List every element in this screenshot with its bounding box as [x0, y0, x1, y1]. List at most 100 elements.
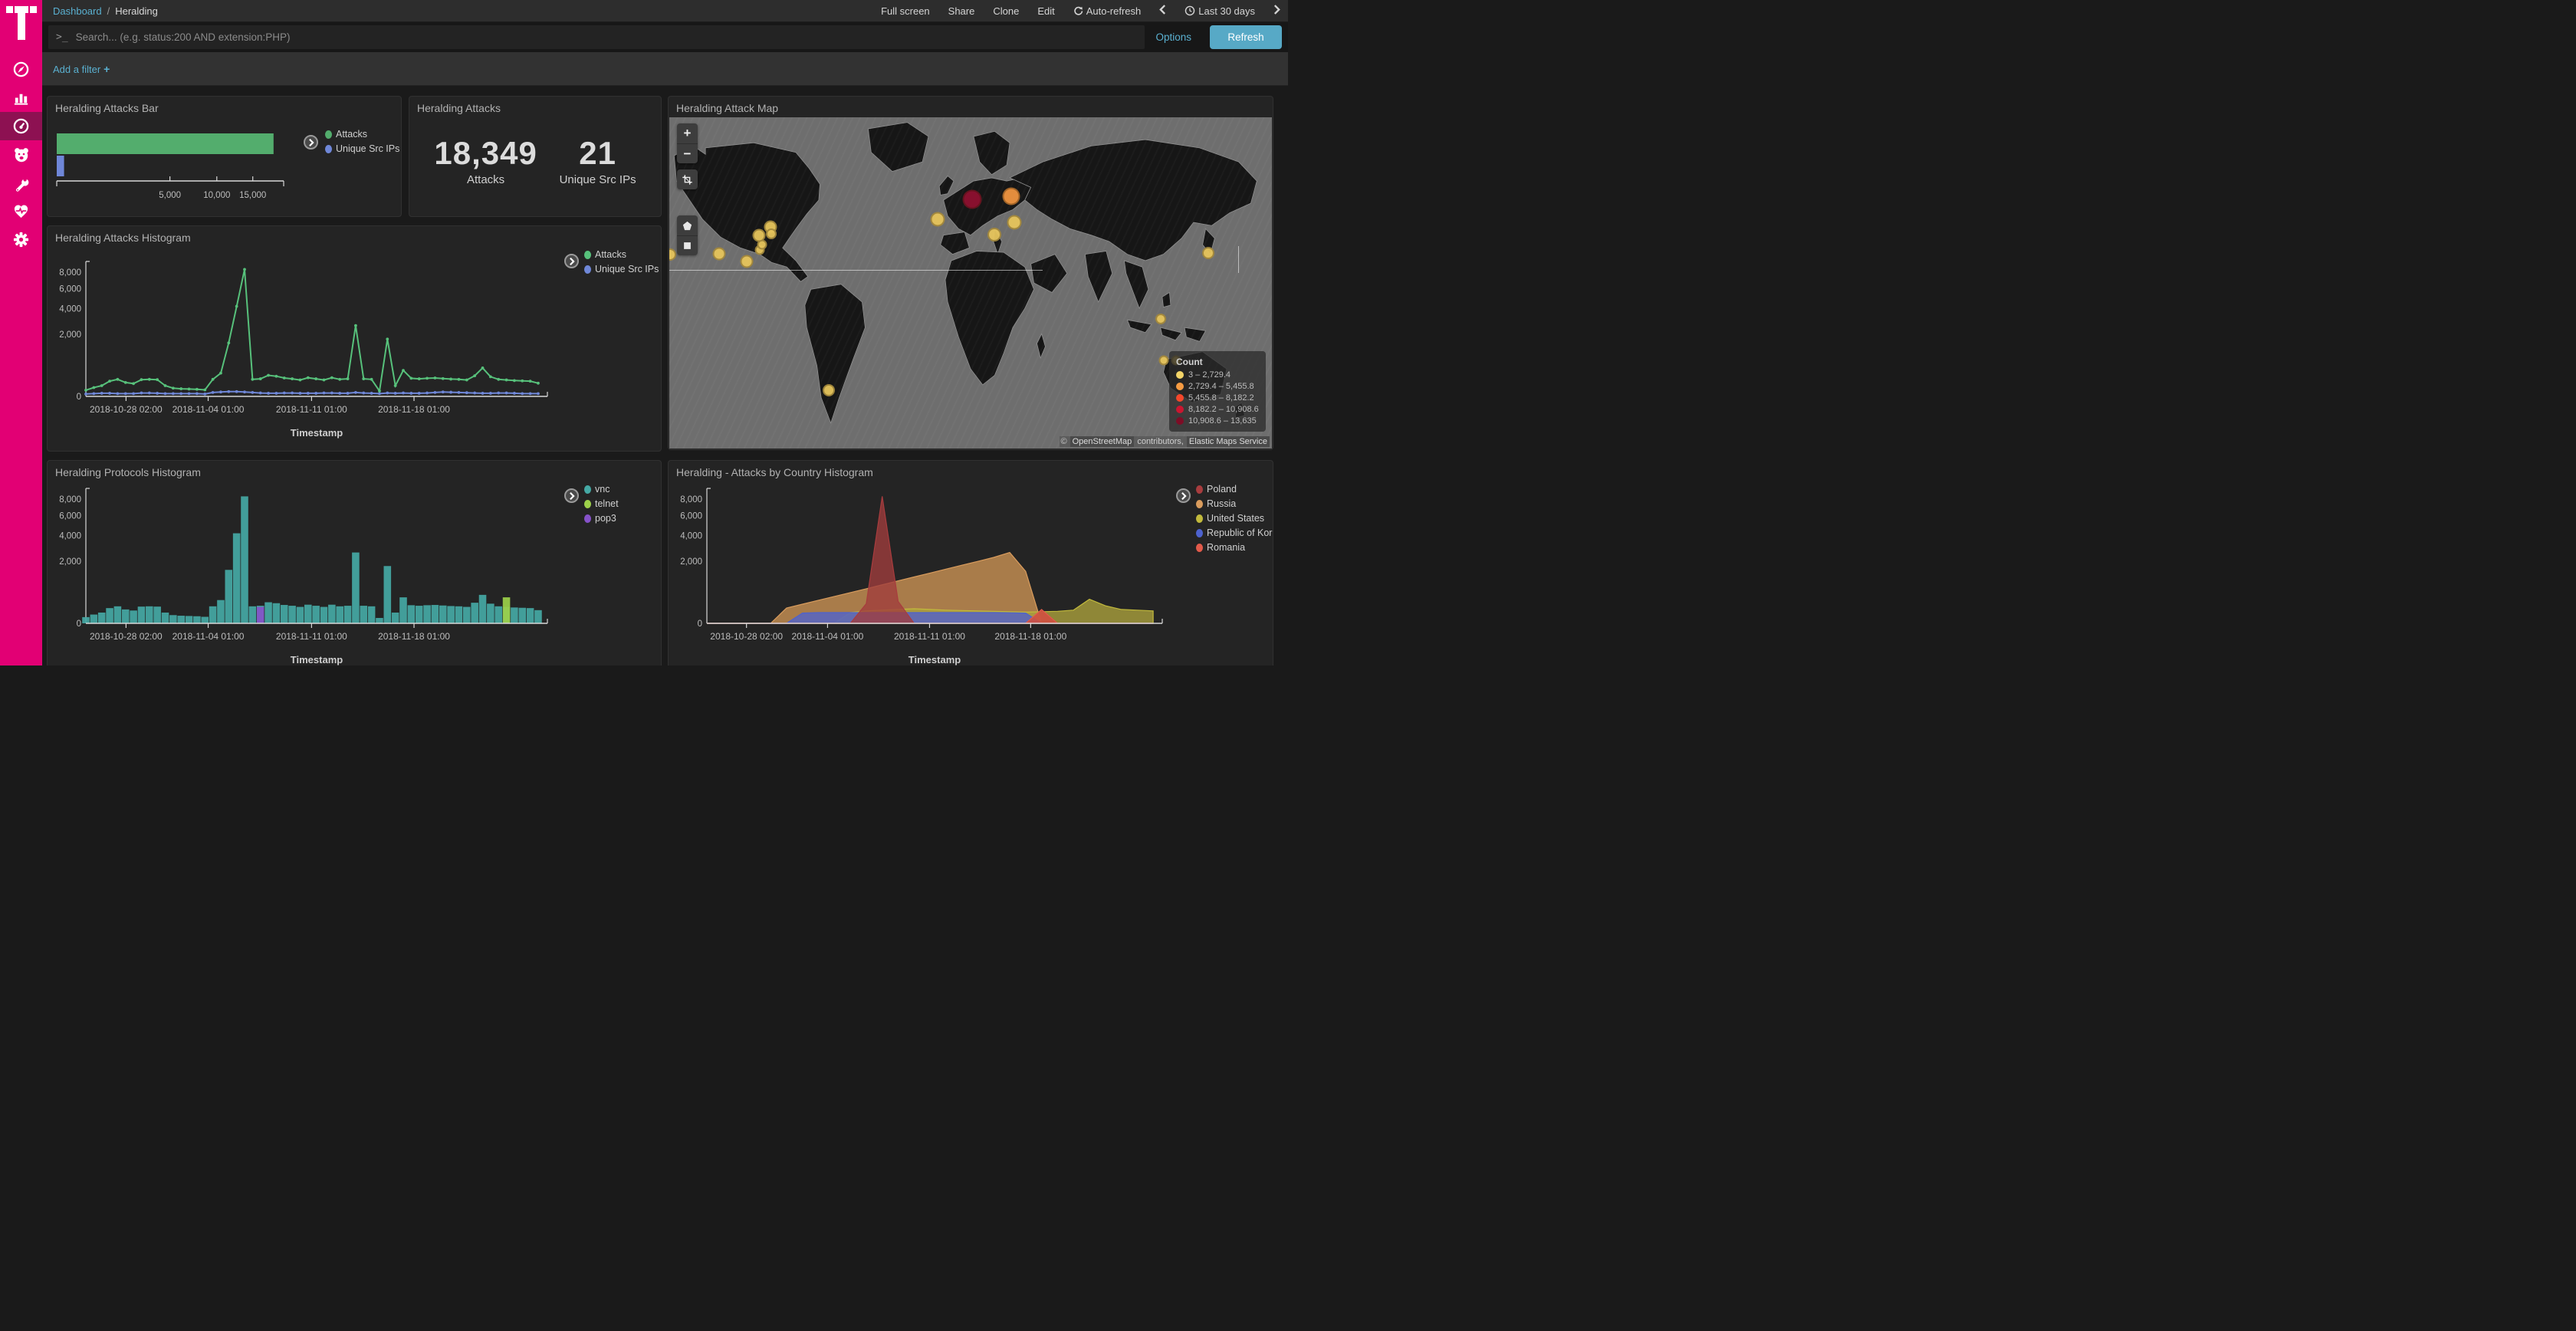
- svg-text:10,000: 10,000: [203, 191, 230, 200]
- bear-icon: [12, 146, 31, 164]
- legend-color-dot: [1196, 500, 1203, 508]
- crop-icon[interactable]: [677, 169, 698, 189]
- legend-color-dot: [1196, 529, 1203, 537]
- menu-item-clone[interactable]: Clone: [993, 5, 1019, 17]
- attack-bubble[interactable]: [930, 212, 945, 227]
- time-range-button[interactable]: Last 30 days: [1184, 5, 1255, 17]
- legend-toggle-chevron-icon[interactable]: [304, 135, 318, 150]
- legend-label[interactable]: vnc: [595, 484, 610, 495]
- options-link[interactable]: Options: [1155, 31, 1191, 43]
- world-map[interactable]: + −: [669, 117, 1272, 449]
- svg-text:0: 0: [77, 619, 81, 629]
- zoom-in-button[interactable]: +: [677, 123, 698, 143]
- refresh-button[interactable]: Refresh: [1210, 25, 1282, 49]
- attack-bubble[interactable]: [766, 228, 777, 239]
- attack-bubble[interactable]: [1158, 356, 1168, 366]
- sidebar-item-monitoring[interactable]: [0, 197, 42, 225]
- add-filter-link[interactable]: Add a filter+: [53, 63, 110, 75]
- gauge-icon: [12, 117, 30, 135]
- sidebar-item-dev-tools[interactable]: [0, 169, 42, 197]
- sidebar-nav: [0, 55, 42, 254]
- legend: Attacks Unique Src IPs: [325, 129, 399, 154]
- legend-label[interactable]: pop3: [595, 513, 616, 524]
- attack-bubble[interactable]: [713, 248, 726, 261]
- polygon-draw-icon[interactable]: [677, 215, 698, 235]
- legend-label[interactable]: Russia: [1207, 498, 1236, 509]
- legend-color-dot: [584, 500, 591, 508]
- legend-item: Unique Src IPs: [584, 264, 659, 274]
- topbar: Dashboard / Heralding Full screenShareCl…: [42, 0, 1288, 22]
- metric-label: Unique Src IPs: [560, 173, 636, 186]
- legend-toggle-chevron-icon[interactable]: [564, 488, 579, 503]
- elastic-maps-link[interactable]: Elastic Maps Service: [1187, 436, 1270, 447]
- svg-text:2018-10-28 02:00: 2018-10-28 02:00: [90, 404, 163, 415]
- svg-text:4,000: 4,000: [680, 531, 702, 541]
- legend-label[interactable]: Unique Src IPs: [595, 264, 659, 274]
- legend-label[interactable]: Unique Src IPs: [336, 143, 399, 154]
- openstreetmap-link[interactable]: OpenStreetMap: [1070, 436, 1135, 447]
- legend-color-dot: [584, 514, 591, 523]
- plus-icon: +: [104, 63, 110, 75]
- legend-item: pop3: [584, 513, 619, 524]
- panel-title: Heralding Protocols Histogram: [48, 461, 661, 478]
- meridian-line: [1238, 246, 1239, 273]
- legend-label[interactable]: Poland: [1207, 484, 1237, 495]
- legend-color-dot: [584, 485, 591, 494]
- sidebar-item-discover[interactable]: [0, 55, 42, 84]
- panel-title: Heralding - Attacks by Country Histogram: [669, 461, 1273, 478]
- sidebar-item-management[interactable]: [0, 225, 42, 254]
- zoom-out-button[interactable]: −: [677, 143, 698, 163]
- legend-item: vnc: [584, 484, 619, 495]
- legend-label[interactable]: Republic of Korea: [1207, 527, 1273, 538]
- rectangle-draw-icon[interactable]: [677, 235, 698, 255]
- panel-title: Heralding Attacks Histogram: [48, 226, 661, 244]
- svg-text:6,000: 6,000: [59, 285, 81, 294]
- attacks-histogram-chart[interactable]: 02,0004,0006,0008,0002018-10-28 02:00201…: [51, 246, 557, 449]
- sidebar-item-tpot[interactable]: [0, 140, 42, 169]
- legend-toggle-chevron-icon[interactable]: [564, 254, 579, 268]
- legend-item: Unique Src IPs: [325, 143, 399, 154]
- legend-label[interactable]: Romania: [1207, 542, 1245, 553]
- attack-bubble[interactable]: [823, 384, 835, 396]
- protocols-histogram-chart[interactable]: 02,0004,0006,0008,0002018-10-28 02:00201…: [51, 481, 557, 666]
- panel-title: Heralding Attacks: [409, 97, 661, 114]
- sidebar-item-visualize[interactable]: [0, 84, 42, 112]
- attack-bubble[interactable]: [1007, 215, 1021, 229]
- legend-label[interactable]: Attacks: [336, 129, 367, 140]
- menu-item-full-screen[interactable]: Full screen: [881, 5, 930, 17]
- legend-label[interactable]: Attacks: [595, 249, 626, 260]
- map-legend-item: 8,182.2 – 10,908.6: [1176, 405, 1258, 414]
- attack-bubble[interactable]: [1003, 187, 1020, 205]
- legend-label[interactable]: telnet: [595, 498, 619, 509]
- attack-bubble[interactable]: [987, 228, 1001, 242]
- search-row: >_ Options Refresh: [42, 22, 1288, 52]
- attack-bubble[interactable]: [753, 228, 766, 242]
- attacks-bar-chart[interactable]: 5,00010,00015,000: [54, 123, 299, 216]
- attack-bubble[interactable]: [1155, 314, 1166, 324]
- legend-color-dot: [584, 265, 591, 274]
- map-legend-item: 2,729.4 – 5,455.8: [1176, 382, 1258, 391]
- search-input[interactable]: [76, 31, 1138, 43]
- svg-text:Timestamp: Timestamp: [291, 654, 343, 666]
- time-forward-button[interactable]: [1273, 5, 1280, 17]
- svg-text:2018-11-04 01:00: 2018-11-04 01:00: [172, 404, 245, 415]
- breadcrumb-dashboard-link[interactable]: Dashboard: [53, 5, 102, 17]
- legend-toggle-chevron-icon[interactable]: [1176, 488, 1191, 503]
- svg-text:2,000: 2,000: [59, 557, 81, 567]
- breadcrumb-separator: /: [107, 5, 110, 17]
- attack-bubble[interactable]: [963, 189, 982, 209]
- legend-label[interactable]: United States: [1207, 513, 1264, 524]
- sidebar-item-dashboard[interactable]: [0, 112, 42, 140]
- refresh-cycle-icon: [1073, 6, 1083, 16]
- svg-text:2018-11-11 01:00: 2018-11-11 01:00: [894, 631, 965, 642]
- auto-refresh-button[interactable]: Auto-refresh: [1073, 5, 1142, 17]
- country-histogram-chart[interactable]: 02,0004,0006,0008,0002018-10-28 02:00201…: [672, 481, 1168, 666]
- menu-item-share[interactable]: Share: [948, 5, 975, 17]
- telekom-logo[interactable]: [6, 6, 37, 41]
- map-count-legend: Count 3 – 2,729.42,729.4 – 5,455.85,455.…: [1169, 351, 1266, 432]
- attack-bubble[interactable]: [1202, 247, 1214, 259]
- time-back-button[interactable]: [1159, 5, 1166, 17]
- attack-bubble[interactable]: [740, 255, 753, 268]
- menu-item-edit[interactable]: Edit: [1037, 5, 1054, 17]
- legend: vnc telnet pop3: [584, 484, 619, 524]
